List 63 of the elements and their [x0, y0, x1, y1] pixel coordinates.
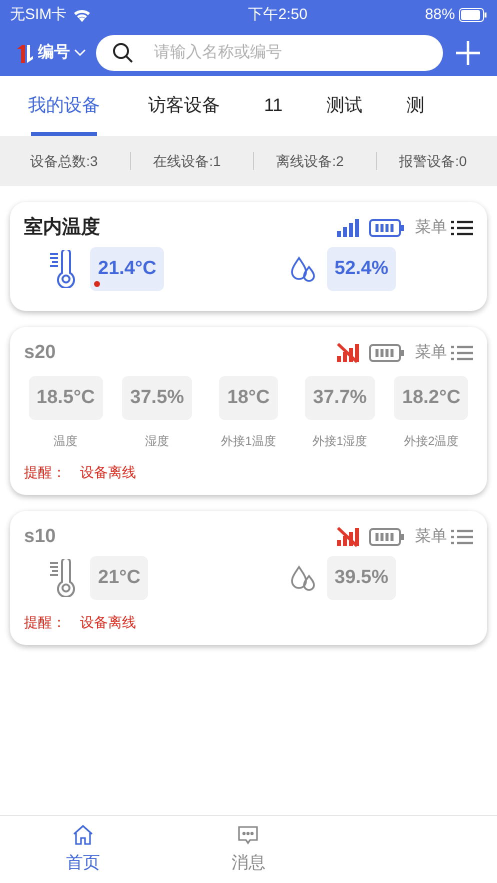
chevron-down-icon	[74, 49, 86, 57]
reading-label: 温度	[54, 433, 78, 450]
wifi-icon	[72, 8, 91, 22]
add-button[interactable]	[453, 38, 483, 68]
menu-button[interactable]: 菜单	[415, 525, 473, 550]
menu-button[interactable]: 菜单	[415, 216, 473, 240]
tab[interactable]: 测试	[326, 78, 363, 136]
signal-icon	[337, 219, 359, 238]
menu-button[interactable]: 菜单	[415, 341, 473, 366]
no-signal-icon	[337, 527, 359, 548]
home-icon	[72, 824, 94, 846]
reading-value: 52.4%	[326, 246, 396, 291]
nav-item[interactable]: 首页	[0, 816, 166, 883]
message-icon	[237, 824, 260, 846]
tab[interactable]: 我的设备	[28, 78, 100, 136]
stat-text: 报警设备:0	[399, 152, 467, 170]
battery-status-icon	[459, 8, 487, 22]
stat-text: 在线设备:1	[153, 152, 221, 170]
reading-value: 18.5°C	[28, 376, 103, 420]
menu-icon	[451, 220, 473, 236]
reading-value: 37.7%	[304, 376, 375, 420]
reading-label: 湿度	[145, 433, 170, 450]
reminder-text: 设备离线	[80, 613, 136, 632]
reminder-label: 提醒：	[24, 613, 66, 632]
reading-value: 21°C	[90, 556, 148, 600]
reading-value: 21.4°C	[90, 246, 164, 291]
reading-label: 外接1湿度	[312, 433, 368, 450]
tab[interactable]: 访客设备	[148, 78, 220, 136]
no-signal-icon	[337, 343, 359, 364]
reading-label: 外接1温度	[221, 433, 276, 450]
battery-icon	[369, 344, 405, 362]
search-icon	[112, 42, 134, 64]
reading-label: 外接2温度	[404, 433, 459, 450]
reading-value: 37.5%	[122, 376, 192, 420]
carrier-text: 无SIM卡	[10, 4, 67, 25]
menu-icon	[451, 529, 473, 546]
battery-icon	[369, 528, 405, 546]
reading-value: 18°C	[219, 376, 278, 420]
selector-button[interactable]: 编号	[14, 41, 86, 65]
water-drops-icon	[288, 564, 316, 592]
stat-text: 离线设备:2	[276, 152, 344, 170]
reminder-label: 提醒：	[24, 463, 66, 482]
clock-text: 下午2:50	[248, 4, 308, 25]
search-field[interactable]: 请输入名称或编号	[96, 35, 443, 71]
water-drops-icon	[288, 254, 316, 283]
reminder-text: 设备离线	[80, 463, 136, 482]
device-name: s10	[24, 525, 56, 549]
device-name: s20	[24, 341, 56, 365]
device-card[interactable]: s20 菜单 18.5°C 温度 37.5% 湿度 18°C 外接1温度 37.7% 外接1湿度 18.2°C 外接2温度 提醒： 设备离线	[10, 327, 487, 495]
device-name: 室内温度	[24, 216, 100, 240]
plus-icon	[455, 40, 481, 66]
search-input[interactable]: 请输入名称或编号	[154, 41, 427, 65]
tab[interactable]: 测	[406, 78, 425, 136]
nav-item[interactable]: 消息	[166, 816, 332, 883]
device-card[interactable]: 室内温度 菜单 21.4°C 52.4%	[10, 202, 487, 311]
tab[interactable]: 11	[264, 78, 283, 136]
reading-value: 18.2°C	[394, 376, 468, 420]
menu-icon	[451, 345, 473, 362]
battery-percent: 88%	[424, 4, 455, 25]
device-card[interactable]: s10 菜单 21°C 39.5% 提醒： 设备离线	[10, 511, 487, 645]
reading-value: 39.5%	[326, 556, 396, 600]
stat-text: 设备总数:3	[30, 152, 98, 170]
battery-icon	[369, 219, 405, 238]
